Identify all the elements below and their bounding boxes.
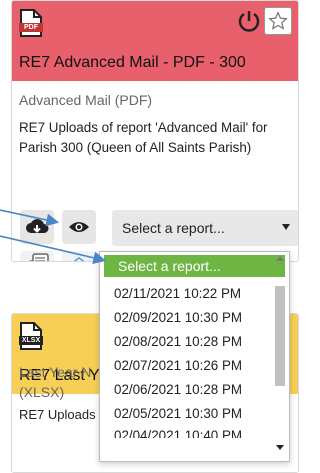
report-card-advanced-mail: PDF RE7 Advanced Mail - PDF - 300 Advanc… [11,0,299,262]
favorite-button[interactable] [264,7,292,35]
scroll-down-arrow-icon[interactable] [276,445,284,450]
dropdown-scrollbar[interactable] [274,256,286,456]
card-subtitle-line2: (XLSX) [19,384,65,400]
chevron-down-icon [282,224,290,230]
xlsx-file-badge: XLSX [19,336,43,345]
card-title: RE7 Advanced Mail - PDF - 300 [19,54,246,71]
email-icon [73,257,85,261]
dropdown-option-partial[interactable]: 02/04/2021 10:40 PM [100,426,272,438]
scroll-thumb[interactable] [275,286,285,386]
card-subtitle: Advanced Mail (PDF) [19,92,153,108]
eye-icon [69,222,89,232]
dropdown-option-selected[interactable]: Select a report... [104,255,285,277]
card-header: PDF RE7 Advanced Mail - PDF - 300 [12,1,298,81]
report-select-value: Select a report... [122,220,225,236]
report-select[interactable]: Select a report... [112,210,298,246]
dropdown-option[interactable]: 02/11/2021 10:22 PM [100,282,272,306]
card-subtitle: Last Year N [19,364,92,380]
report-dropdown-list[interactable]: Select a report... 02/11/2021 10:22 PM 0… [99,251,290,462]
star-icon [268,11,288,30]
power-refresh-icon[interactable] [236,8,262,34]
pdf-file-badge: PDF [19,23,43,32]
pdf-file-icon: PDF [19,9,43,37]
email-button[interactable] [62,251,96,261]
mobile-report-button[interactable] [20,251,54,261]
dropdown-option[interactable]: 02/09/2021 10:30 PM [100,306,272,330]
dropdown-option[interactable]: 02/07/2021 10:26 PM [100,354,272,378]
view-button[interactable] [62,210,96,244]
download-button[interactable] [20,210,54,244]
xlsx-file-icon: XLSX [19,322,43,350]
scroll-up-arrow-icon[interactable] [276,256,284,261]
card-description: RE7 Uploads [19,407,96,422]
dropdown-option[interactable]: 02/05/2021 10:30 PM [100,402,272,426]
dropdown-option[interactable]: 02/06/2021 10:28 PM [100,378,272,402]
mobile-report-icon [29,253,49,261]
dropdown-option[interactable]: 02/08/2021 10:28 PM [100,330,272,354]
card-description: RE7 Uploads of report 'Advanced Mail' fo… [19,120,268,155]
cloud-download-icon [26,219,49,233]
